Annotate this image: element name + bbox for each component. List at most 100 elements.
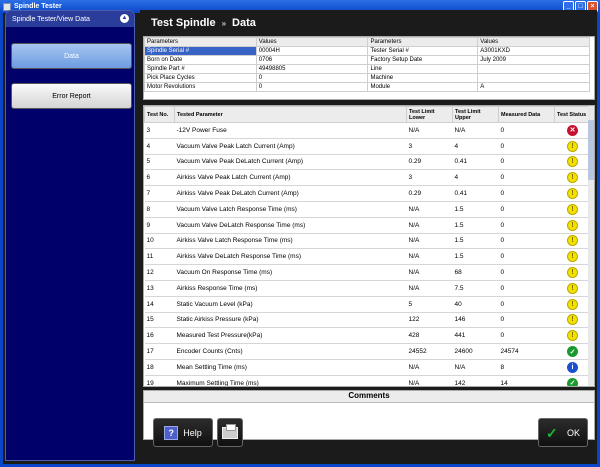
exclamation-icon: ! — [567, 282, 578, 294]
param-value[interactable]: 0 — [255, 82, 369, 92]
params-row[interactable]: Spindle Part # 49498805 Line — [144, 64, 590, 74]
test-status: ! — [554, 185, 591, 202]
param-value[interactable]: 0 — [255, 73, 369, 83]
param-label[interactable]: Module — [367, 82, 479, 92]
limit-upper: 7.5 — [452, 280, 499, 297]
test-status: ! — [554, 280, 591, 297]
parameters-table: Parameters Values Parameters Values Spin… — [143, 36, 595, 100]
window-title: Spindle Tester — [14, 3, 62, 10]
measured-data: 0 — [498, 201, 555, 218]
test-row[interactable]: 5 Vacuum Valve Peak DeLatch Current (Amp)… — [144, 154, 591, 171]
page-title: Test Spindle » Data — [140, 10, 597, 36]
param-value[interactable]: July 2009 — [477, 55, 590, 65]
tested-parameter: Vacuum Valve Peak Latch Current (Amp) — [174, 138, 407, 155]
test-row[interactable]: 16 Measured Test Pressure(kPa) 428 441 0! — [144, 327, 591, 345]
params-row[interactable]: Pick Place Cycles 0 Machine — [144, 73, 590, 83]
param-value[interactable]: A3001KXD — [477, 46, 590, 56]
test-row[interactable]: 12 Vacuum On Response Time (ms) N/A 68 0! — [144, 264, 591, 281]
tested-parameter: -12V Power Fuse — [174, 122, 407, 139]
test-status: ! — [554, 169, 591, 187]
ok-button[interactable]: ✓ OK — [538, 418, 588, 447]
test-row[interactable]: 15 Static Airkiss Pressure (kPa) 122 146 0! — [144, 312, 591, 329]
comments-title: Comments — [144, 391, 594, 403]
param-value[interactable]: A — [477, 82, 590, 92]
exclamation-icon: ! — [567, 140, 578, 152]
test-number: 6 — [144, 169, 175, 187]
tests-scrollbar[interactable] — [588, 106, 594, 386]
test-row[interactable]: 7 Airkiss Valve Peak DeLatch Current (Amp… — [144, 185, 591, 202]
exclamation-icon: ! — [567, 314, 578, 326]
test-row[interactable]: 4 Vacuum Valve Peak Latch Current (Amp) 3 4… — [144, 138, 591, 155]
test-number: 8 — [144, 201, 175, 218]
limit-lower: N/A — [406, 122, 453, 139]
param-label[interactable]: Machine — [367, 73, 479, 83]
params-row[interactable]: Spindle Serial # 00004H Tester Serial # … — [144, 46, 590, 56]
param-label[interactable]: Born on Date — [144, 55, 257, 65]
tested-parameter: Vacuum On Response Time (ms) — [174, 264, 407, 281]
test-status: ! — [554, 233, 591, 250]
limit-upper: 1.5 — [452, 217, 499, 234]
limit-upper: 68 — [452, 264, 499, 281]
test-number: 11 — [144, 248, 175, 266]
test-status: ✕ — [554, 122, 591, 139]
params-row[interactable]: Motor Revolutions 0 Module A — [144, 82, 590, 92]
exclamation-icon: ! — [567, 172, 578, 184]
test-status: ! — [554, 327, 591, 345]
param-label[interactable]: Motor Revolutions — [144, 82, 257, 92]
test-row[interactable]: 13 Airkiss Response Time (ms) N/A 7.5 0! — [144, 280, 591, 297]
test-number: 3 — [144, 122, 175, 139]
measured-data: 24574 — [498, 343, 555, 360]
param-label[interactable]: Line — [367, 64, 479, 74]
test-row[interactable]: 10 Airkiss Valve Latch Response Time (ms)… — [144, 233, 591, 250]
sidebar-header: Spindle Tester/View Data ▲ — [6, 11, 134, 27]
tested-parameter: Encoder Counts (Cnts) — [174, 343, 407, 360]
params-row[interactable]: Born on Date 0706 Factory Setup Date Jul… — [144, 55, 590, 65]
limit-upper: 4 — [452, 138, 499, 155]
param-value[interactable]: 49498805 — [255, 64, 369, 74]
param-label[interactable]: Factory Setup Date — [367, 55, 479, 65]
measured-data: 14 — [498, 375, 555, 386]
header-test-no: Test No. — [144, 106, 175, 123]
measured-data: 0 — [498, 138, 555, 155]
param-value[interactable] — [477, 73, 590, 83]
exclamation-icon: ! — [567, 251, 578, 263]
test-number: 19 — [144, 375, 175, 386]
test-row[interactable]: 6 Airkiss Valve Peak Latch Current (Amp) 3… — [144, 169, 591, 187]
measured-data: 8 — [498, 359, 555, 376]
limit-lower: N/A — [406, 217, 453, 234]
test-number: 5 — [144, 154, 175, 171]
test-row[interactable]: 17 Encoder Counts (Cnts) 24552 24600 24574 ✓ — [144, 343, 591, 360]
measured-data: 0 — [498, 233, 555, 250]
x-circle-icon: ✕ — [567, 124, 578, 136]
print-button[interactable] — [217, 418, 243, 447]
param-label[interactable]: Spindle Serial # — [144, 46, 257, 56]
test-status: ✓ — [554, 375, 591, 386]
limit-upper: 40 — [452, 296, 499, 313]
test-number: 10 — [144, 233, 175, 250]
help-button[interactable]: ? Help — [153, 418, 213, 447]
param-label[interactable]: Tester Serial # — [367, 46, 479, 56]
data-button[interactable]: Data — [11, 43, 132, 69]
test-row[interactable]: 11 Airkiss Valve DeLatch Response Time (m… — [144, 248, 591, 266]
error-report-button[interactable]: Error Report — [11, 83, 132, 109]
test-row[interactable]: 18 Mean Settling Time (ms) N/A N/A 8 i — [144, 359, 591, 376]
measured-data: 0 — [498, 217, 555, 234]
test-row[interactable]: 19 Maximum Settling Time (ms) N/A 142 14 ✓ — [144, 375, 591, 386]
param-value[interactable] — [477, 64, 590, 74]
test-row[interactable]: 9 Vacuum Valve DeLatch Response Time (ms)… — [144, 217, 591, 234]
param-label[interactable]: Spindle Part # — [144, 64, 257, 74]
tested-parameter: Airkiss Response Time (ms) — [174, 280, 407, 297]
tested-parameter: Vacuum Valve Latch Response Time (ms) — [174, 201, 407, 218]
param-value[interactable]: 0706 — [255, 55, 369, 65]
limit-upper: 0.41 — [452, 154, 499, 171]
test-number: 18 — [144, 359, 175, 376]
scrollbar-thumb[interactable] — [588, 120, 594, 180]
collapse-chevron-icon[interactable]: ▲ — [120, 14, 129, 23]
header-measured-data: Measured Data — [498, 106, 555, 123]
test-row[interactable]: 14 Static Vacuum Level (kPa) 5 40 0! — [144, 296, 591, 313]
test-row[interactable]: 3 -12V Power Fuse N/A N/A 0 ✕ — [144, 122, 591, 139]
measured-data: 0 — [498, 154, 555, 171]
test-row[interactable]: 8 Vacuum Valve Latch Response Time (ms) N/… — [144, 201, 591, 218]
param-value[interactable]: 00004H — [255, 46, 369, 56]
param-label[interactable]: Pick Place Cycles — [144, 73, 257, 83]
